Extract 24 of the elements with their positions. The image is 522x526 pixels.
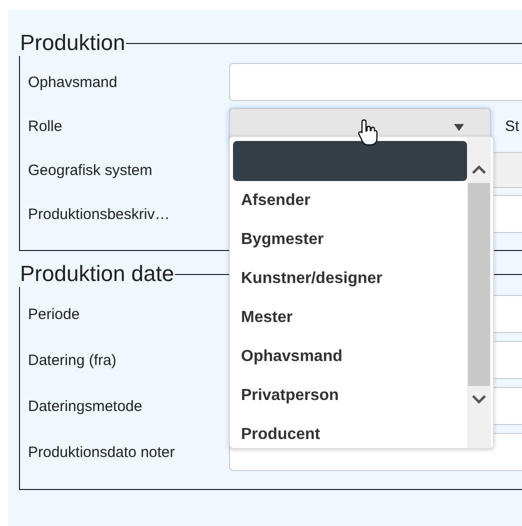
field-label: Produktionsbeskriv… <box>28 206 171 222</box>
caret-icon <box>454 124 464 131</box>
input-field[interactable] <box>229 63 522 101</box>
section-title: Produktion <box>19 30 126 56</box>
field-label: Periode <box>28 306 81 322</box>
field-label: Ophavsmand <box>28 74 118 90</box>
field-label: Datering (fra) <box>28 352 118 368</box>
field-label: Dateringsmetode <box>28 398 144 414</box>
dropdown-option[interactable]: Afsender <box>233 181 467 220</box>
field-label: Produktionsdato noter <box>28 444 176 460</box>
scrollbar[interactable] <box>467 137 491 448</box>
dropdown-option[interactable]: Producent <box>233 415 467 454</box>
field-label: Rolle <box>28 118 64 134</box>
scroll-down-icon[interactable] <box>471 394 487 404</box>
dropdown-option[interactable]: Ophavsmand <box>233 337 467 376</box>
scroll-up-icon[interactable] <box>471 165 487 175</box>
section-title: Produktion date <box>19 261 176 287</box>
dropdown-option[interactable]: Privatperson <box>233 376 467 415</box>
scrollbar-thumb[interactable] <box>468 183 490 386</box>
field-label: Geografisk system <box>28 162 154 178</box>
dropdown-option[interactable]: Kunstner/designer <box>233 259 467 298</box>
field-label: St <box>505 118 520 134</box>
dropdown-option[interactable]: Mester <box>233 298 467 337</box>
dropdown-option[interactable]: Bygmester <box>233 220 467 259</box>
